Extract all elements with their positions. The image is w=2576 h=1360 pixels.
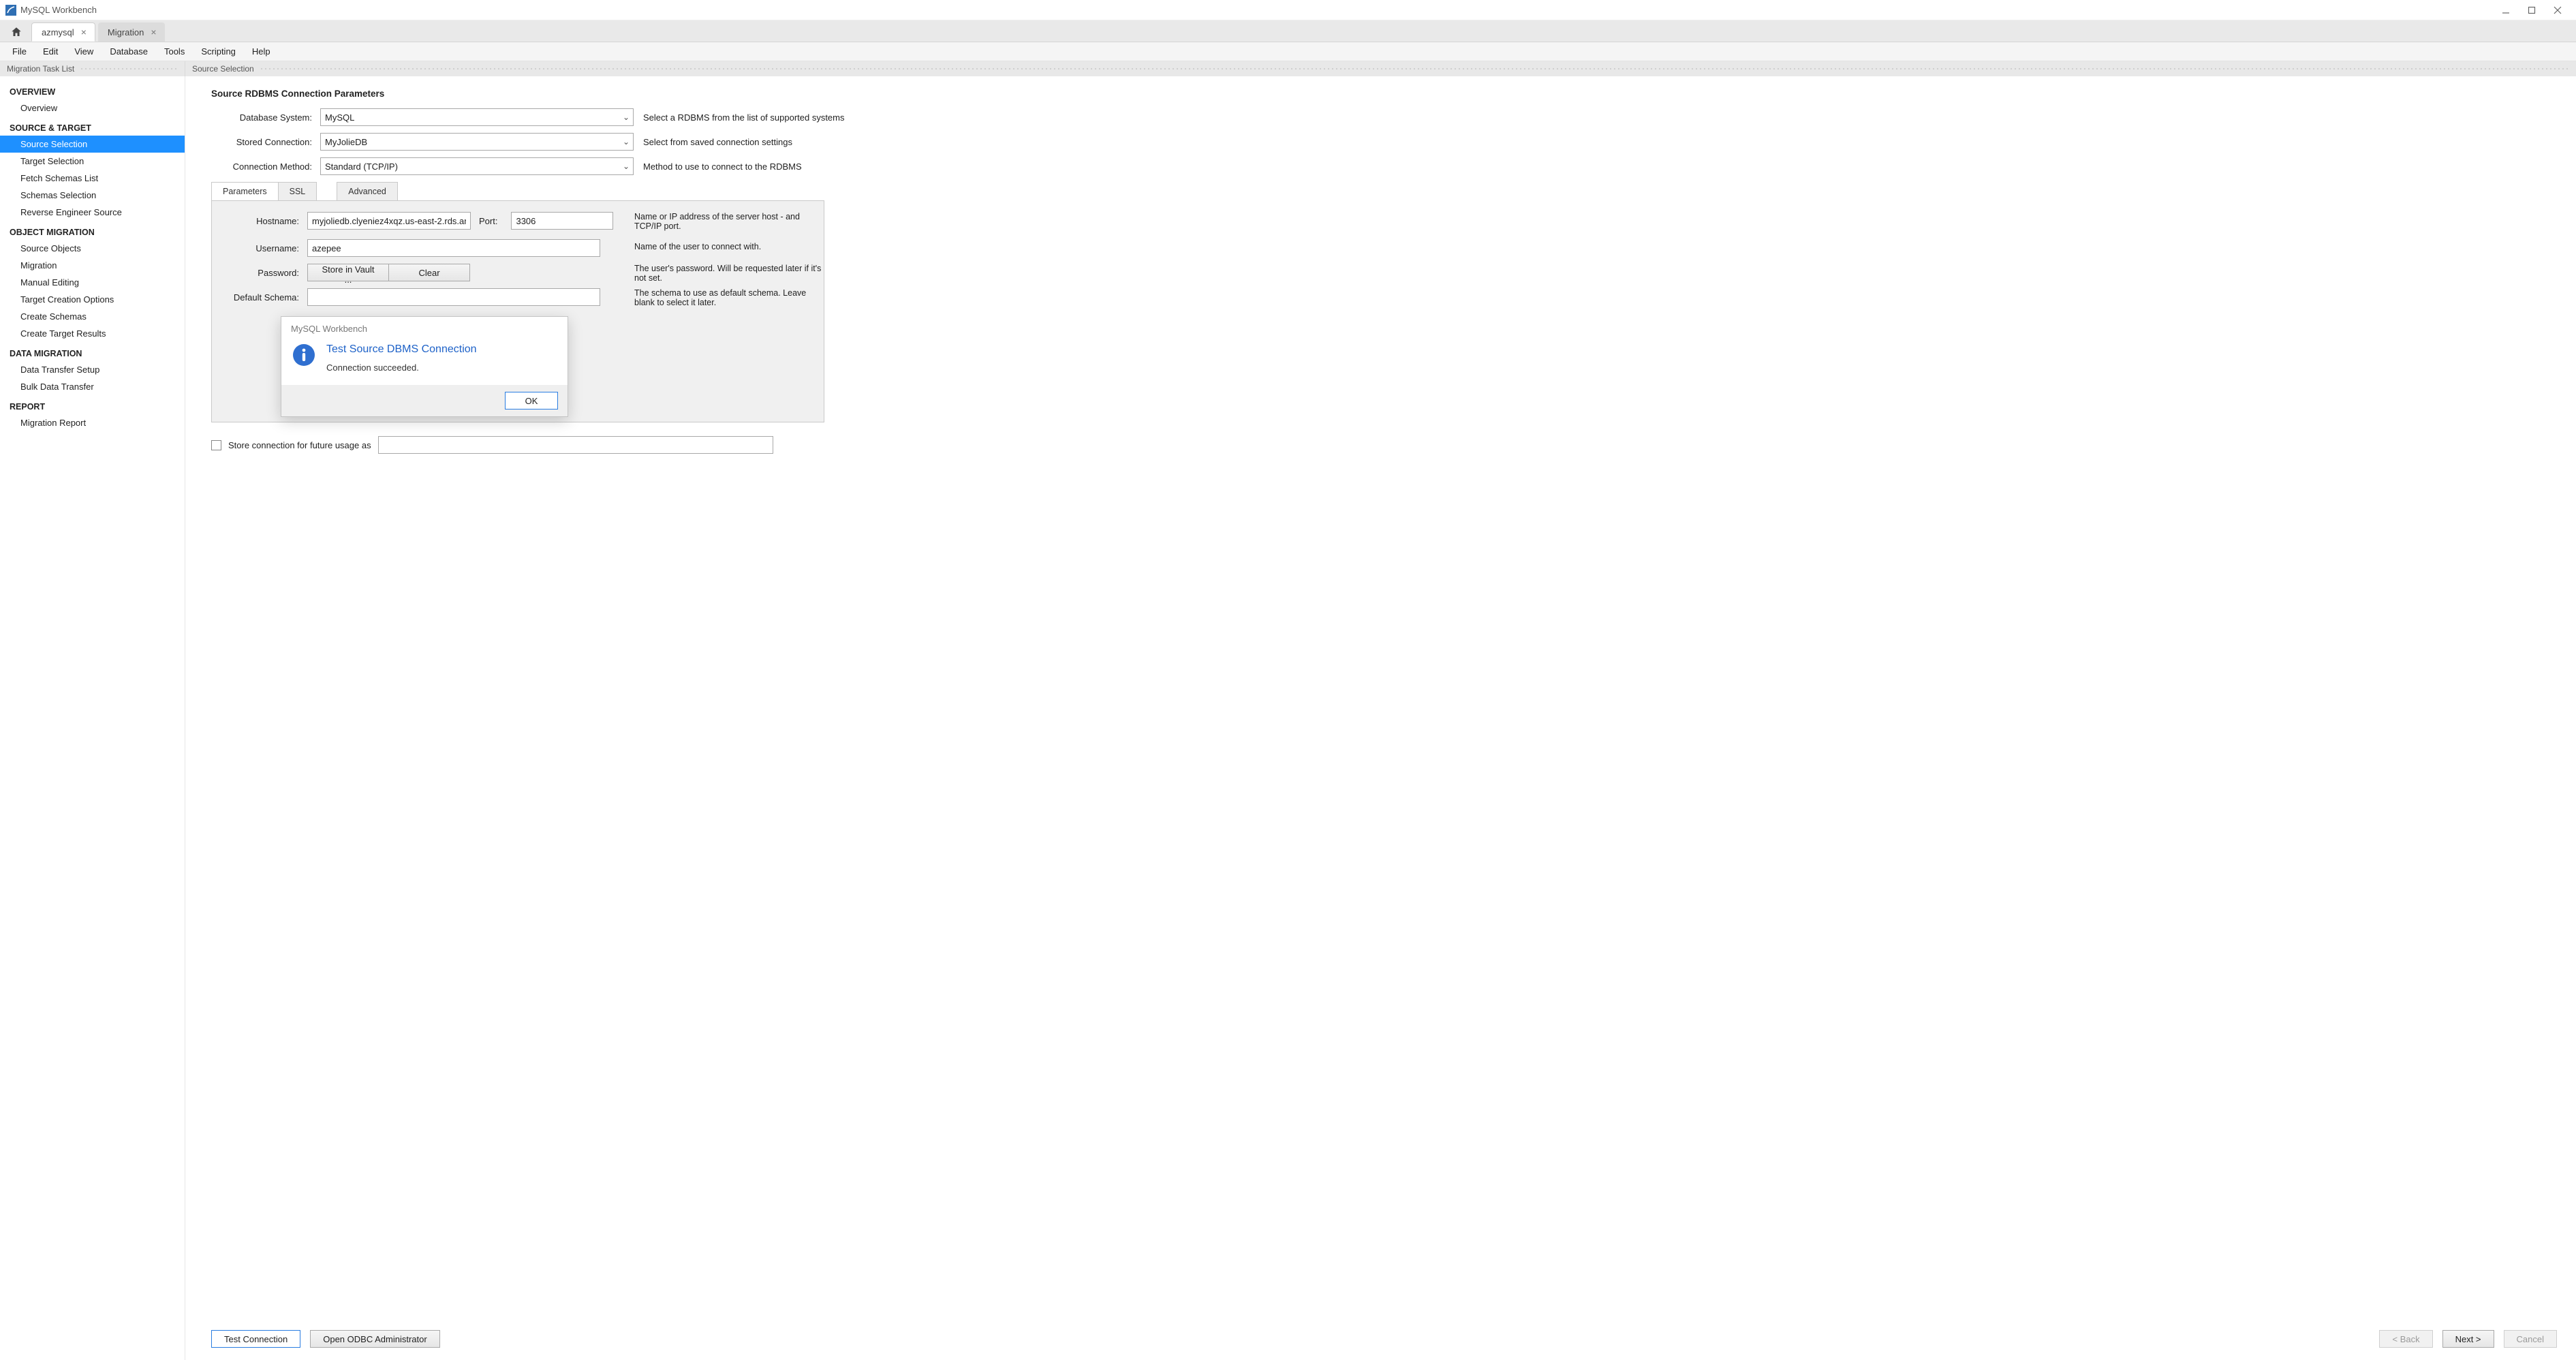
- tab-label: Migration: [108, 27, 144, 37]
- clear-password-button[interactable]: Clear: [388, 264, 470, 281]
- label-username: Username:: [226, 243, 307, 253]
- cancel-button[interactable]: Cancel: [2504, 1330, 2557, 1348]
- tab-strip: azmysql × Migration ×: [0, 20, 2576, 42]
- tab-advanced[interactable]: Advanced: [337, 182, 398, 200]
- database-system-select[interactable]: [320, 108, 634, 126]
- label-database-system: Database System:: [211, 112, 320, 123]
- store-connection-name-input[interactable]: [378, 436, 773, 454]
- content-area: Source RDBMS Connection Parameters Datab…: [185, 76, 2576, 1360]
- hint-default-schema: The schema to use as default schema. Lea…: [634, 288, 825, 307]
- sidebar-item[interactable]: Migration: [0, 257, 185, 274]
- sidebar-item[interactable]: Source Selection: [0, 136, 185, 153]
- store-connection-label: Store connection for future usage as: [228, 440, 371, 450]
- info-icon: [292, 343, 315, 367]
- hint-hostname: Name or IP address of the server host - …: [634, 212, 825, 231]
- test-connection-button[interactable]: Test Connection: [211, 1330, 300, 1348]
- dialog-title: MySQL Workbench: [281, 317, 568, 337]
- label-stored-connection: Stored Connection:: [211, 137, 320, 147]
- sidebar-group-title: OBJECT MIGRATION: [0, 221, 185, 240]
- sidebar-item[interactable]: Data Transfer Setup: [0, 361, 185, 378]
- hint-connection-method: Method to use to connect to the RDBMS: [643, 161, 802, 172]
- hint-database-system: Select a RDBMS from the list of supporte…: [643, 112, 845, 123]
- open-odbc-button[interactable]: Open ODBC Administrator: [310, 1330, 439, 1348]
- tab-label: azmysql: [42, 27, 74, 37]
- tab-ssl[interactable]: SSL: [278, 182, 317, 200]
- sidebar-item[interactable]: Create Target Results: [0, 325, 185, 342]
- tab-migration[interactable]: Migration ×: [98, 22, 165, 42]
- store-connection-checkbox[interactable]: [211, 440, 221, 450]
- sidebar-item[interactable]: Create Schemas: [0, 308, 185, 325]
- close-button[interactable]: [2545, 1, 2571, 20]
- label-password: Password:: [226, 268, 307, 278]
- sidebar-header: Migration Task List: [0, 61, 185, 76]
- menu-edit[interactable]: Edit: [35, 44, 66, 59]
- dialog-test-connection: MySQL Workbench Test Source DBMS Connect…: [281, 316, 568, 417]
- back-button[interactable]: < Back: [2379, 1330, 2432, 1348]
- section-title: Source RDBMS Connection Parameters: [211, 89, 2557, 99]
- tab-azmysql[interactable]: azmysql ×: [31, 22, 95, 42]
- sidebar-item[interactable]: Overview: [0, 99, 185, 117]
- menu-database[interactable]: Database: [102, 44, 156, 59]
- port-input[interactable]: [511, 212, 613, 230]
- label-hostname: Hostname:: [226, 216, 307, 226]
- sidebar-item[interactable]: Schemas Selection: [0, 187, 185, 204]
- sidebar-item[interactable]: Target Selection: [0, 153, 185, 170]
- dialog-heading: Test Source DBMS Connection: [326, 343, 477, 356]
- sidebar-item[interactable]: Bulk Data Transfer: [0, 378, 185, 395]
- menu-tools[interactable]: Tools: [156, 44, 193, 59]
- sidebar-item[interactable]: Manual Editing: [0, 274, 185, 291]
- sidebar-group-title: SOURCE & TARGET: [0, 117, 185, 136]
- sidebar-group-title: REPORT: [0, 395, 185, 414]
- dialog-ok-button[interactable]: OK: [505, 392, 558, 409]
- hostname-input[interactable]: [307, 212, 471, 230]
- hint-password: The user's password. Will be requested l…: [634, 264, 825, 283]
- store-in-vault-button[interactable]: Store in Vault ...: [307, 264, 389, 281]
- app-icon: [5, 5, 16, 16]
- close-icon[interactable]: ×: [81, 27, 87, 37]
- sidebar: OVERVIEWOverviewSOURCE & TARGETSource Se…: [0, 76, 185, 1360]
- dialog-message: Connection succeeded.: [326, 362, 477, 373]
- menu-view[interactable]: View: [66, 44, 102, 59]
- maximize-button[interactable]: [2519, 1, 2545, 20]
- label-connection-method: Connection Method:: [211, 161, 320, 172]
- window-title: MySQL Workbench: [20, 5, 97, 15]
- hint-username: Name of the user to connect with.: [634, 242, 825, 251]
- sidebar-item[interactable]: Reverse Engineer Source: [0, 204, 185, 221]
- close-icon[interactable]: ×: [151, 27, 156, 37]
- connection-method-select[interactable]: [320, 157, 634, 175]
- hint-stored-connection: Select from saved connection settings: [643, 137, 792, 147]
- sidebar-item[interactable]: Fetch Schemas List: [0, 170, 185, 187]
- default-schema-input[interactable]: [307, 288, 600, 306]
- tab-parameters[interactable]: Parameters: [211, 182, 279, 200]
- menu-file[interactable]: File: [4, 44, 35, 59]
- menu-help[interactable]: Help: [244, 44, 279, 59]
- title-bar: MySQL Workbench: [0, 0, 2576, 20]
- sidebar-item[interactable]: Target Creation Options: [0, 291, 185, 308]
- minimize-button[interactable]: [2493, 1, 2519, 20]
- stored-connection-select[interactable]: [320, 133, 634, 151]
- menu-scripting[interactable]: Scripting: [193, 44, 244, 59]
- sidebar-item[interactable]: Migration Report: [0, 414, 185, 431]
- content-header: Source Selection: [185, 61, 2576, 76]
- username-input[interactable]: [307, 239, 600, 257]
- sidebar-group-title: DATA MIGRATION: [0, 342, 185, 361]
- label-port: Port:: [479, 216, 506, 226]
- menu-bar: File Edit View Database Tools Scripting …: [0, 42, 2576, 61]
- sidebar-item[interactable]: Source Objects: [0, 240, 185, 257]
- parameter-tabs: Parameters SSL Advanced: [211, 182, 2557, 200]
- label-default-schema: Default Schema:: [226, 292, 307, 303]
- next-button[interactable]: Next >: [2442, 1330, 2494, 1348]
- sidebar-header-title: Migration Task List: [7, 64, 74, 74]
- content-header-title: Source Selection: [192, 64, 254, 74]
- home-tab[interactable]: [4, 22, 29, 42]
- sidebar-group-title: OVERVIEW: [0, 80, 185, 99]
